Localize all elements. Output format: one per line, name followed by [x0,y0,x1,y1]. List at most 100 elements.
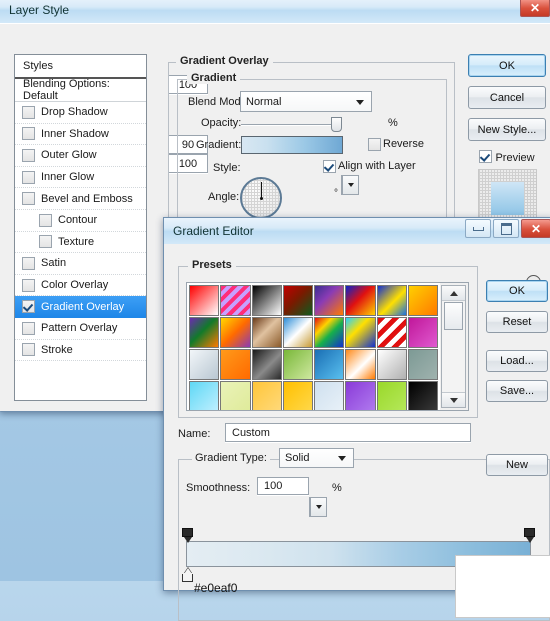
style-toggle-checkbox[interactable] [22,170,35,184]
preset-swatch[interactable] [345,285,376,316]
gradient-editor-close-button[interactable]: ✕ [521,219,550,238]
preset-swatch[interactable] [376,349,407,380]
preset-swatch[interactable] [220,317,251,348]
preset-swatch[interactable] [251,381,282,410]
sidebar-item-texture[interactable]: Texture [15,232,146,254]
sidebar-item-drop-shadow[interactable]: Drop Shadow [15,102,146,124]
preset-swatch[interactable] [282,285,314,316]
minimize-button[interactable] [465,219,491,238]
scroll-down-icon[interactable] [442,392,465,407]
layer-style-titlebar[interactable]: Layer Style ✕ [0,0,550,24]
preset-swatch[interactable] [407,285,439,316]
style-toggle-checkbox[interactable] [22,300,35,314]
gradient-editor-titlebar[interactable]: Gradient Editor ✕ [164,218,550,245]
style-toggle-checkbox[interactable] [22,256,35,270]
gradient-editor-title: Gradient Editor [173,224,254,238]
new-gradient-button[interactable]: New [486,454,548,476]
opacity-slider-track[interactable] [241,124,339,125]
styles-list[interactable]: Styles Blending Options: Default Drop Sh… [14,54,147,401]
reverse-checkbox[interactable] [368,138,381,151]
style-toggle-checkbox[interactable] [22,192,35,206]
preset-swatch[interactable] [345,381,376,410]
sidebar-item-color-overlay[interactable]: Color Overlay [15,275,146,297]
opacity-stop-icon [524,528,535,537]
style-toggle-checkbox[interactable] [22,148,35,162]
opacity-stop-left[interactable] [182,528,193,543]
opacity-stop-right[interactable] [524,528,535,543]
preset-swatch[interactable] [345,317,376,348]
sidebar-item-stroke[interactable]: Stroke [15,340,146,362]
preset-swatch[interactable] [189,349,220,380]
reset-button[interactable]: Reset [486,311,548,333]
color-stop-left[interactable] [182,568,193,582]
style-toggle-checkbox[interactable] [39,235,52,249]
sidebar-item-pattern-overlay[interactable]: Pattern Overlay [15,318,146,340]
presets-grid[interactable] [187,283,441,410]
angle-dial[interactable] [240,177,282,219]
gradient-preview-swatch[interactable] [241,136,343,154]
load-button[interactable]: Load... [486,350,548,372]
scrollbar-thumb[interactable] [444,302,463,330]
preset-swatch[interactable] [407,381,439,410]
preset-swatch[interactable] [314,285,345,316]
gradient-group-label: Gradient [187,72,241,84]
blend-mode-select[interactable]: Normal [240,91,372,112]
preset-swatch[interactable] [282,381,314,410]
preset-swatch[interactable] [407,349,439,380]
preset-swatch[interactable] [282,349,314,380]
opacity-stop-tip [183,537,192,543]
layer-style-close-button[interactable]: ✕ [520,0,550,17]
sidebar-item-inner-shadow[interactable]: Inner Shadow [15,124,146,146]
sidebar-item-label: Texture [58,235,95,248]
gradient-type-value: Solid [285,452,310,464]
preset-swatch[interactable] [314,317,345,348]
gradient-editor-ok-button[interactable]: OK [486,280,548,302]
preset-swatch[interactable] [220,349,251,380]
smoothness-stepper[interactable] [309,497,327,517]
preset-swatch[interactable] [376,381,407,410]
opacity-slider-knob[interactable] [331,117,342,132]
preset-swatch[interactable] [345,349,376,380]
preset-swatch[interactable] [251,349,282,380]
new-style-button[interactable]: New Style... [468,118,546,141]
maximize-button[interactable] [493,219,519,238]
preset-swatch[interactable] [189,317,220,348]
cancel-button[interactable]: Cancel [468,86,546,109]
align-with-layer-checkbox[interactable] [323,160,336,173]
style-toggle-checkbox[interactable] [22,105,35,119]
gradient-type-select[interactable]: Solid [279,448,354,468]
sidebar-item-gradient-overlay[interactable]: Gradient Overlay [15,296,146,318]
gradient-picker-dropdown[interactable] [341,175,359,195]
preset-swatch[interactable] [189,285,220,316]
smoothness-input[interactable]: 100 [257,477,309,495]
preset-swatch[interactable] [189,381,220,410]
presets-scrollbar[interactable] [441,285,466,408]
save-button[interactable]: Save... [486,380,548,402]
preset-swatch[interactable] [251,317,282,348]
preset-swatch[interactable] [220,381,251,410]
sidebar-item-contour[interactable]: Contour [15,210,146,232]
preset-swatch[interactable] [407,317,439,348]
preview-checkbox[interactable] [479,150,493,163]
sidebar-item-satin[interactable]: Satin [15,253,146,275]
preset-swatch[interactable] [220,285,251,316]
layer-style-title: Layer Style [9,3,70,17]
scroll-up-icon[interactable] [442,286,465,301]
preset-swatch[interactable] [251,285,282,316]
preset-swatch[interactable] [314,349,345,380]
name-input[interactable]: Custom [225,423,471,442]
sidebar-item-inner-glow[interactable]: Inner Glow [15,167,146,189]
ok-button[interactable]: OK [468,54,546,77]
style-toggle-checkbox[interactable] [39,213,52,227]
style-toggle-checkbox[interactable] [22,127,35,141]
sidebar-item-bevel-and-emboss[interactable]: Bevel and Emboss [15,188,146,210]
style-toggle-checkbox[interactable] [22,278,35,292]
style-toggle-checkbox[interactable] [22,321,35,335]
style-toggle-checkbox[interactable] [22,343,35,357]
preset-swatch[interactable] [314,381,345,410]
sidebar-item-blending-options[interactable]: Blending Options: Default [15,78,146,102]
preset-swatch[interactable] [282,317,314,348]
preset-swatch[interactable] [376,317,407,348]
sidebar-item-outer-glow[interactable]: Outer Glow [15,145,146,167]
preset-swatch[interactable] [376,285,407,316]
